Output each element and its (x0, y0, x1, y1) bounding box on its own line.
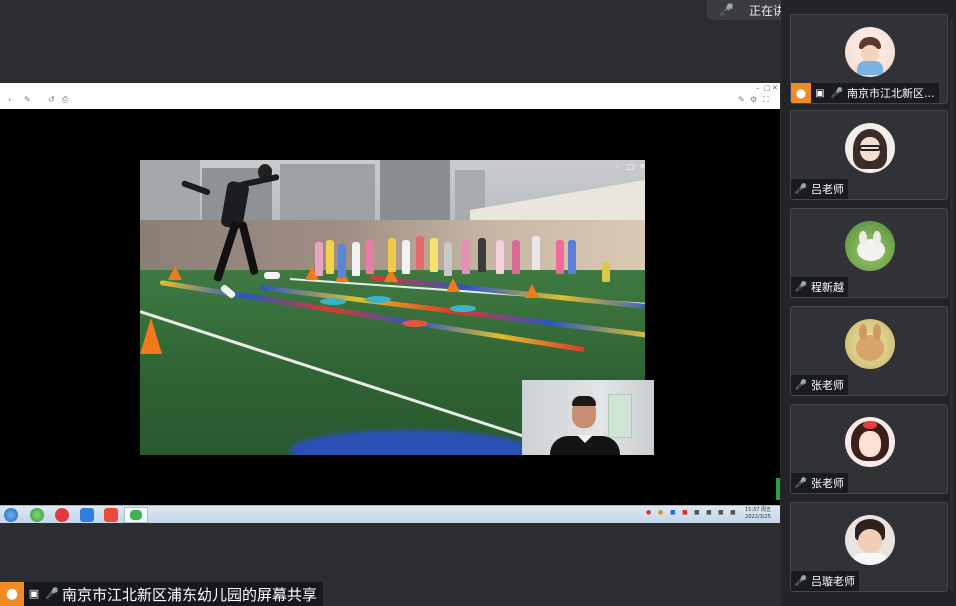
fullscreen-icon: ⛶ (763, 95, 769, 104)
back-icon: ‹ (8, 95, 12, 104)
mic-muted-icon: 🎤 (794, 281, 808, 293)
browser-icon (30, 508, 44, 522)
participant-name: 南京市江北新区... (847, 87, 935, 100)
close-icon: ✕ (772, 84, 778, 92)
mic-muted-icon: 🎤 (45, 587, 59, 600)
screen-share-icon: ▣ (815, 87, 825, 99)
tray-network-icon: ■ (670, 509, 676, 516)
video-minimize-icon: – (615, 162, 619, 171)
participant-tile[interactable]: 🎤 吕老师 (790, 110, 948, 200)
rabbit-photo-avatar (845, 221, 895, 271)
edit-icon: ✎ (24, 95, 31, 104)
mic-muted-icon: 🎤 (794, 575, 808, 587)
minimize-icon: – (756, 84, 760, 92)
anime-girl-avatar (845, 417, 895, 467)
taskbar-clock: 15:37 周五 2022/3/25 (745, 507, 771, 520)
active-task (124, 507, 148, 523)
tray-app-icon: ■ (682, 509, 688, 516)
rotate-icon: ↺ (48, 95, 55, 104)
video-close-icon: ✕ (639, 162, 645, 171)
panel-scrollbar[interactable] (950, 20, 953, 590)
share-caption-text: 南京市江北新区浦东幼儿园的屏幕共享 (62, 585, 318, 604)
participant-tile[interactable]: ● ▣ 🎤 南京市江北新区... (790, 14, 948, 104)
wps-icon (104, 508, 118, 522)
participant-tile[interactable]: 🎤 张老师 (790, 306, 948, 396)
meeting-window: 🎤 正在讲话: ↩ – □ ✕ ‹ ✎ ↺ ⎙ ✎ ⚙ ⛶ (0, 0, 956, 606)
music-app-icon (55, 508, 69, 522)
mic-muted-icon: 🎤 (794, 477, 808, 489)
tray-volume-icon: ■ (706, 509, 712, 516)
baby-photo-avatar (845, 515, 895, 565)
participant-name: 程新越 (811, 281, 844, 294)
presenter-camera (522, 380, 654, 455)
tray-antivirus-icon: ● (646, 509, 652, 516)
screen-share-icon: ▣ (28, 587, 40, 600)
maximize-icon: □ (764, 84, 771, 92)
video-restore-icon: □ (627, 162, 635, 171)
bunny-photo-avatar (845, 319, 895, 369)
participant-name: 吕璇老师 (811, 575, 855, 588)
mic-muted-icon: 🎤 (719, 3, 734, 17)
video-player-area: – □ ✕ (0, 109, 780, 505)
participant-name: 张老师 (811, 477, 844, 490)
scroll-indicator (776, 478, 780, 500)
cartoon-girl-avatar (845, 123, 895, 173)
mic-muted-icon: 🎤 (794, 379, 808, 391)
windows-taskbar: ● ● ■ ■ ■ ■ ■ ■ 15:37 周五 2022/3/25 (0, 505, 780, 523)
share-caption: ● ▣ 🎤 南京市江北新区浦东幼儿园的屏幕共享 (0, 582, 324, 606)
participant-name: 吕老师 (811, 183, 844, 196)
pen-icon: ✎ (738, 95, 745, 104)
mic-muted-icon: 🎤 (794, 183, 808, 195)
print-icon: ⎙ (62, 95, 69, 104)
start-icon (4, 508, 18, 522)
settings-icon: ⚙ (750, 95, 758, 104)
meeting-app-icon (80, 508, 94, 522)
participant-name: 张老师 (811, 379, 844, 392)
mic-muted-icon: 🎤 (830, 87, 844, 99)
tray-misc-icon: ■ (694, 509, 700, 516)
tray-flag-icon: ■ (718, 509, 724, 516)
tray-keyboard-icon: ■ (730, 509, 736, 516)
shared-window-toolbar: – □ ✕ ‹ ✎ ↺ ⎙ ✎ ⚙ ⛶ (0, 83, 780, 109)
participant-tile[interactable]: 🎤 张老师 (790, 404, 948, 494)
participant-tile[interactable]: 🎤 吕璇老师 (790, 502, 948, 592)
participant-tile[interactable]: 🎤 程新越 (790, 208, 948, 298)
host-badge-icon: ● (791, 83, 811, 103)
host-icon: ● (0, 582, 24, 606)
shared-screen[interactable]: – □ ✕ ‹ ✎ ↺ ⎙ ✎ ⚙ ⛶ – □ ✕ ● ● ■ ■ ■ ■ ■ … (0, 83, 780, 523)
cartoon-child-avatar (845, 27, 895, 77)
participants-panel: ● ▣ 🎤 南京市江北新区... 🎤 吕老师 🎤 程新越 🎤 张老师 🎤 张老师… (781, 0, 956, 606)
tray-input-icon: ● (658, 509, 664, 516)
